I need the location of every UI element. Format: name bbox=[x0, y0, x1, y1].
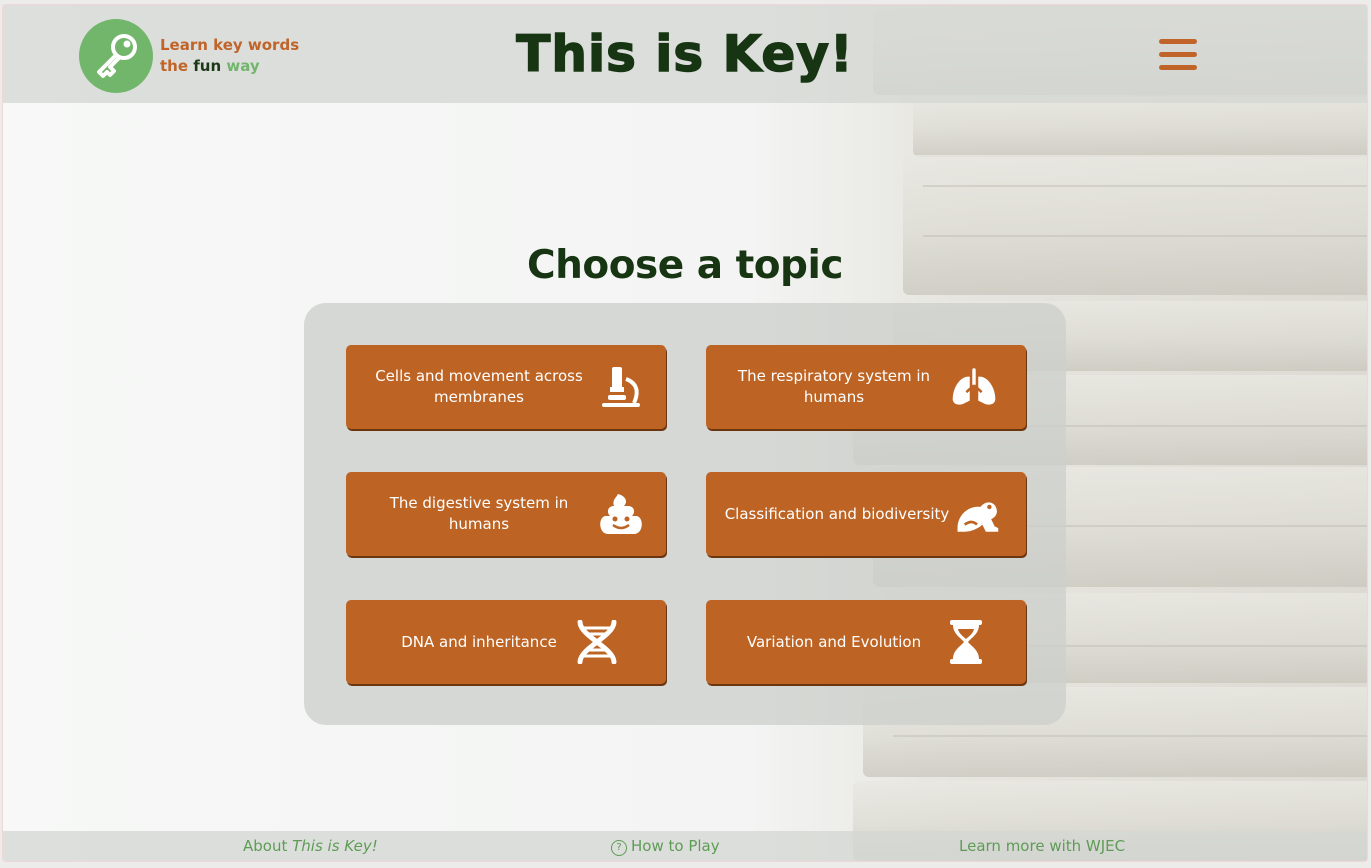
topic-panel: Cells and movement across membranes The … bbox=[304, 303, 1066, 725]
how-to-play-link[interactable]: ? How to Play bbox=[611, 837, 720, 856]
topic-button-cells[interactable]: Cells and movement across membranes bbox=[346, 345, 666, 429]
topic-label: DNA and inheritance bbox=[401, 632, 557, 651]
lungs-icon bbox=[952, 368, 996, 405]
topic-label: Variation and Evolution bbox=[746, 632, 922, 651]
microscope-icon bbox=[602, 367, 640, 407]
topic-button-digestive[interactable]: The digestive system in humans bbox=[346, 472, 666, 556]
topic-button-dna[interactable]: DNA and inheritance bbox=[346, 600, 666, 684]
frog-icon bbox=[957, 502, 999, 532]
dna-icon bbox=[577, 620, 617, 664]
learn-more-link[interactable]: Learn more with WJEC bbox=[959, 837, 1125, 855]
menu-button[interactable] bbox=[1159, 39, 1201, 75]
help-circle-icon: ? bbox=[611, 840, 627, 856]
about-link[interactable]: About This is Key! bbox=[243, 837, 378, 855]
topic-button-variation[interactable]: Variation and Evolution bbox=[706, 600, 1026, 684]
app-frame: Learn key words the fun way This is Key!… bbox=[2, 4, 1368, 862]
site-header: Learn key words the fun way This is Key! bbox=[3, 5, 1367, 103]
topic-label: The respiratory system in humans bbox=[737, 367, 931, 406]
poop-icon bbox=[600, 494, 642, 534]
hourglass-icon bbox=[950, 620, 982, 664]
topic-label: Cells and movement across membranes bbox=[375, 367, 583, 406]
about-site-name: This is Key! bbox=[292, 837, 378, 855]
about-prefix: About bbox=[243, 837, 288, 855]
how-to-play-label: How to Play bbox=[631, 837, 720, 855]
topic-button-respiratory[interactable]: The respiratory system in humans bbox=[706, 345, 1026, 429]
topic-label: Classification and biodiversity bbox=[724, 504, 950, 523]
topic-button-classification[interactable]: Classification and biodiversity bbox=[706, 472, 1026, 556]
page-heading: Choose a topic bbox=[527, 243, 843, 288]
topic-label: The digestive system in humans bbox=[389, 494, 569, 533]
site-footer: About This is Key! ? How to Play Learn mo… bbox=[3, 831, 1367, 861]
